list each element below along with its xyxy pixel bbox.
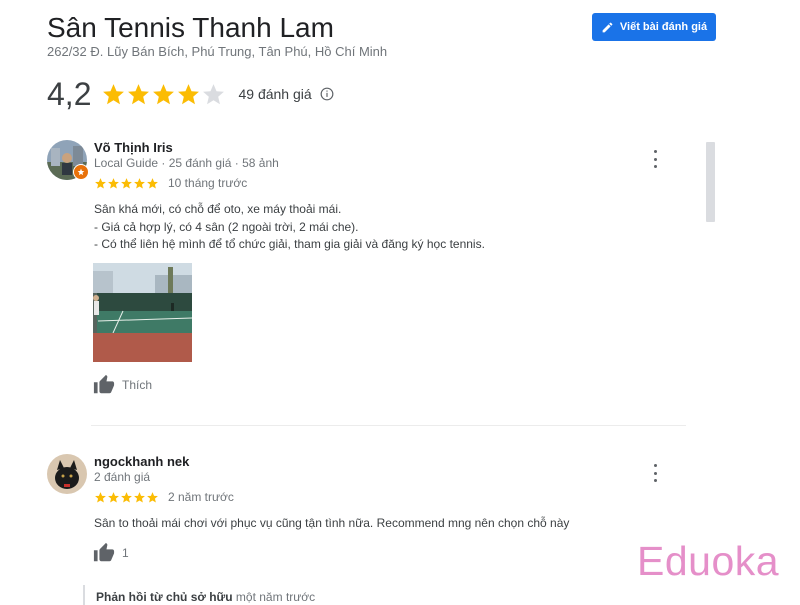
more-options-icon[interactable] — [651, 150, 659, 168]
reviewer-name[interactable]: ngockhanh nek — [94, 454, 189, 469]
star-filled-icon — [121, 491, 132, 503]
scrollbar-thumb[interactable] — [706, 142, 715, 222]
thumbs-up-icon — [93, 542, 115, 562]
star-filled-icon — [95, 177, 106, 189]
review-text-line: Sân to thoải mái chơi với phục vụ cũng t… — [94, 516, 570, 530]
write-review-label: Viết bài đánh giá — [619, 21, 708, 33]
review-stars — [94, 491, 159, 504]
owner-reply-label: Phản hồi từ chủ sở hữu — [96, 590, 233, 604]
rating-summary: 4,2 49 đánh giá — [47, 74, 334, 114]
star-filled-icon — [128, 83, 150, 104]
star-filled-icon — [147, 491, 158, 503]
like-button[interactable]: 1 — [93, 542, 129, 564]
local-guide-badge-icon — [73, 164, 89, 180]
star-filled-icon — [178, 83, 200, 104]
like-button[interactable]: Thích — [93, 374, 152, 396]
reviewer-meta: Local Guide · 25 đánh giá · 58 ảnh — [94, 156, 279, 170]
review-text-line: - Có thể liên hệ mình để tổ chức giải, t… — [94, 237, 485, 251]
pencil-icon — [602, 22, 613, 32]
review-item: ngockhanh nek 2 đánh giá 2 năm trước Sân… — [47, 454, 687, 584]
like-count: 1 — [122, 546, 129, 560]
write-review-button[interactable]: Viết bài đánh giá — [592, 13, 716, 41]
star-filled-icon — [108, 491, 119, 503]
star-filled-icon — [121, 177, 132, 189]
avatar[interactable] — [47, 454, 87, 494]
star-filled-icon — [134, 491, 145, 503]
average-rating: 4,2 — [47, 75, 92, 112]
review-stars — [94, 177, 159, 190]
review-item: Võ Thịnh Iris Local Guide · 25 đánh giá … — [47, 140, 687, 400]
review-text-line: - Giá cả hợp lý, có 4 sân (2 ngoài trời,… — [94, 220, 359, 234]
star-empty-icon — [203, 83, 225, 104]
place-address: 262/32 Đ. Lũy Bán Bích, Phú Trung, Tân P… — [47, 44, 388, 59]
review-date: 10 tháng trước — [168, 176, 248, 190]
review-divider — [91, 425, 686, 426]
reviewer-meta: 2 đánh giá — [94, 470, 151, 484]
review-rating: 2 năm trước — [94, 490, 234, 504]
review-text-line: Sân khá mới, có chỗ để oto, xe máy thoải… — [94, 202, 342, 216]
watermark-logo: Eduoka — [637, 538, 780, 584]
star-filled-icon — [103, 83, 125, 104]
info-icon[interactable] — [320, 87, 334, 101]
star-filled-icon — [134, 177, 145, 189]
thumbs-up-icon — [93, 374, 115, 394]
star-filled-icon — [147, 177, 158, 189]
like-label: Thích — [122, 378, 153, 392]
star-filled-icon — [95, 491, 106, 503]
place-title: Sân Tennis Thanh Lam — [47, 12, 334, 43]
review-photo[interactable] — [93, 263, 192, 362]
more-options-icon[interactable] — [651, 464, 659, 482]
star-filled-icon — [153, 83, 175, 104]
review-count[interactable]: 49 đánh giá — [238, 86, 311, 102]
owner-reply-time: một năm trước — [235, 590, 316, 604]
reviewer-name[interactable]: Võ Thịnh Iris — [94, 140, 173, 155]
review-rating: 10 tháng trước — [94, 176, 247, 190]
star-filled-icon — [108, 177, 119, 189]
owner-reply-header: Phản hồi từ chủ sở hữu một năm trước — [96, 590, 315, 604]
owner-reply-bar — [83, 585, 85, 605]
review-date: 2 năm trước — [168, 490, 234, 504]
rating-stars — [101, 82, 226, 107]
